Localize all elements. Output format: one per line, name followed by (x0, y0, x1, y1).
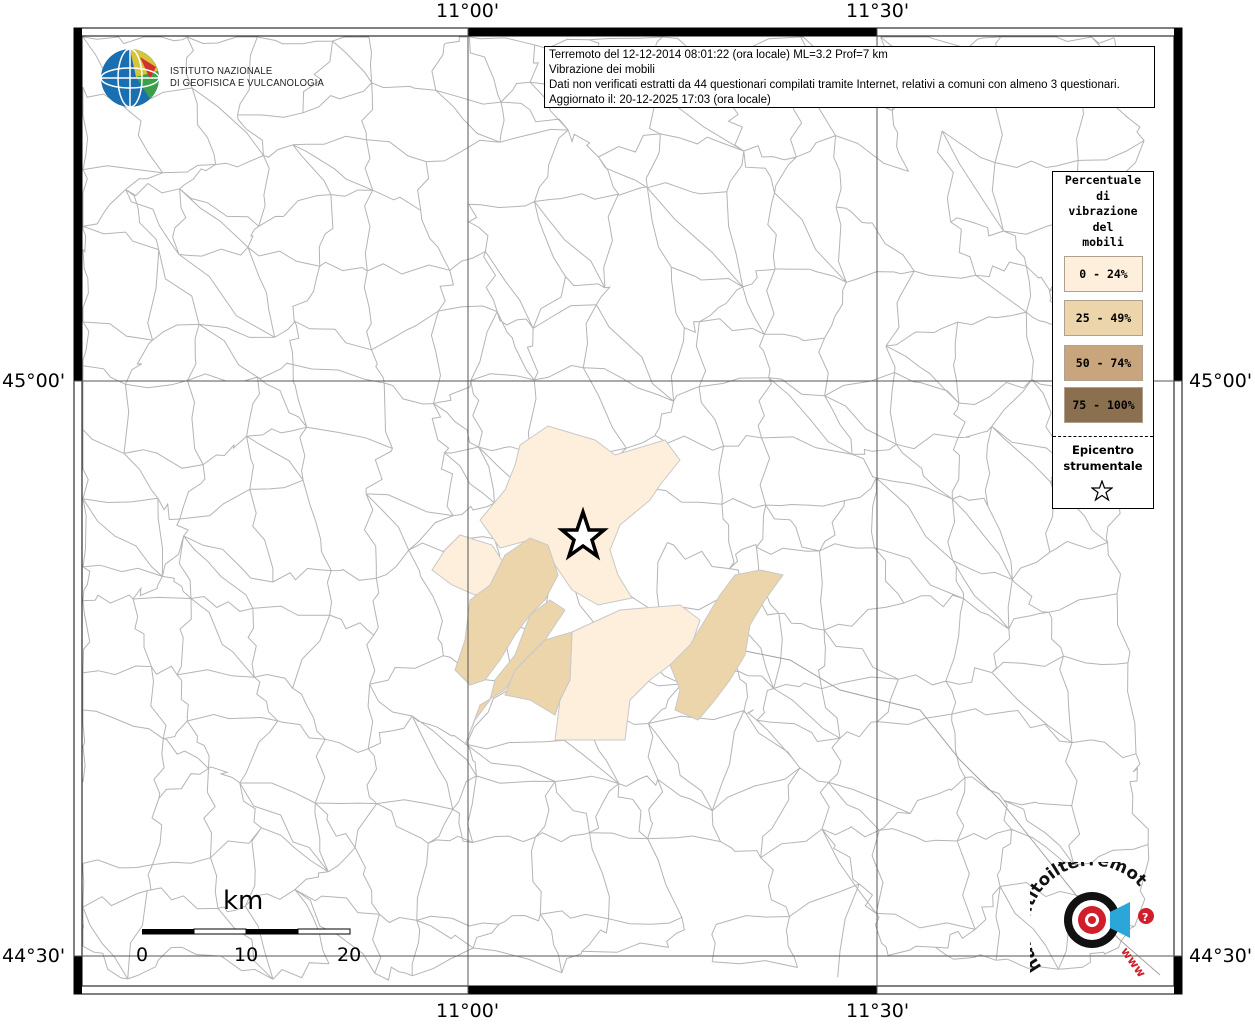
event-updated: Aggiornato il: 20-12-2025 17:03 (ora loc… (549, 94, 771, 106)
legend-item-75-100: 75 - 100% (1064, 387, 1143, 423)
ingv-name-line2: DI GEOFISICA E VULCANOLOGIA (170, 77, 324, 89)
lat-label-right-top: 45°00' (1189, 370, 1253, 392)
scale-label-0: 0 (136, 944, 149, 966)
lat-label-left-top: 45°00' (2, 370, 66, 392)
event-title: Terremoto del 12-12-2014 08:01:22 (ora l… (549, 49, 888, 61)
scale-bar (142, 928, 351, 935)
lon-label-bottom-left: 11°00' (436, 1000, 500, 1022)
brand-prefix-text: www. (1118, 945, 1151, 977)
legend-item-25-49: 25 - 49% (1064, 300, 1143, 336)
ingv-logo-text: ISTITUTO NAZIONALE DI GEOFISICA E VULCAN… (170, 65, 324, 89)
legend: Percentuale di vibrazione del mobili 0 -… (1052, 171, 1154, 509)
legend-separator (1053, 436, 1153, 437)
lat-label-right-bottom: 44°30' (1189, 945, 1253, 967)
lat-label-left-bottom: 44°30' (2, 945, 66, 967)
legend-star-icon (1091, 480, 1113, 502)
scale-title: km (223, 886, 264, 916)
lon-label-bottom-right: 11°30' (846, 1000, 910, 1022)
legend-epicenter-line2: strumentale (1063, 459, 1143, 473)
event-info-box: Terremoto del 12-12-2014 08:01:22 (ora l… (544, 46, 1155, 108)
scale-label-10: 10 (234, 944, 259, 966)
haisentito-logo-icon: haisentitoilterremoto.it ? www. (1030, 862, 1154, 977)
ingv-logo-icon (100, 48, 160, 108)
scale-label-20: 20 (337, 944, 362, 966)
event-data-note: Dati non verificati estratti da 44 quest… (549, 79, 1120, 91)
legend-item-50-74: 50 - 74% (1064, 345, 1143, 381)
event-parameter: Vibrazione dei mobili (549, 64, 655, 76)
lon-label-top-right: 11°30' (846, 0, 910, 22)
legend-epicenter-label: Epicentro strumentale (1053, 442, 1153, 474)
legend-title: Percentuale di vibrazione del mobili (1064, 173, 1142, 249)
svg-text:?: ? (1142, 911, 1148, 924)
ingv-name-line1: ISTITUTO NAZIONALE (170, 65, 273, 77)
legend-item-0-24: 0 - 24% (1064, 256, 1143, 292)
legend-epicenter-line1: Epicentro (1072, 443, 1134, 457)
lon-label-top-left: 11°00' (436, 0, 500, 22)
